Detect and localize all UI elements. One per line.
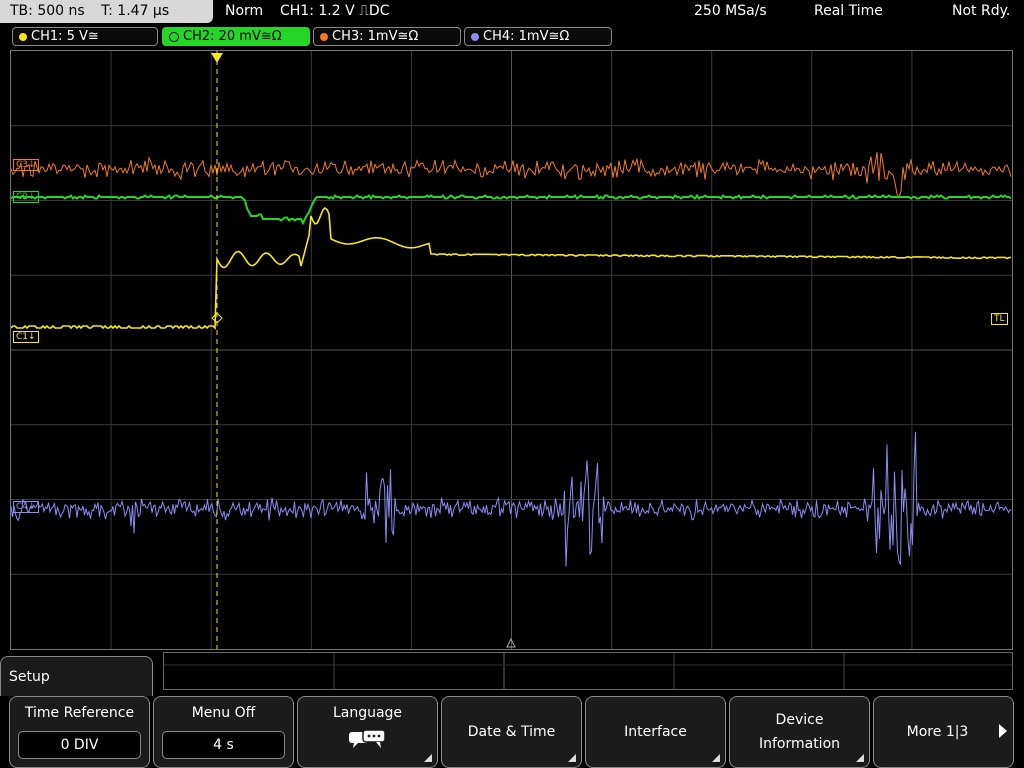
next-page-arrow-icon [999, 724, 1007, 738]
ch1-ground-marker[interactable]: C1↓ [13, 331, 39, 343]
trigger-time-value: T: 1.47 µs [101, 3, 170, 19]
submenu-corner-icon [856, 754, 864, 762]
interface-label: Interface [624, 724, 687, 740]
timebase-value: TB: 500 ns [10, 3, 85, 19]
date-time-softkey[interactable]: Date & Time [441, 696, 582, 768]
overview-graticule [164, 653, 1012, 689]
ch2-label: CH2: 20 mV≅Ω [183, 29, 282, 44]
ch4-ground-marker[interactable]: C4↓ [13, 501, 39, 513]
language-softkey[interactable]: Language [297, 696, 438, 768]
ch3-label: CH3: 1mV≅Ω [332, 29, 419, 44]
more-label: More 1|3 [906, 724, 969, 740]
menu-title: Setup [0, 656, 153, 696]
submenu-corner-icon [424, 754, 432, 762]
menu-off-label: Menu Off [191, 705, 256, 721]
ch4-label: CH4: 1mV≅Ω [483, 29, 570, 44]
ch1-label: CH1: 5 V≅ [31, 29, 99, 44]
waveform-display[interactable]: C3↓ C2↓ C1↓ C4↓ TL [10, 50, 1013, 650]
trigger-source[interactable]: CH1: 1.2 V ⎍DC [280, 0, 389, 23]
graticule [11, 51, 1012, 649]
zoom-overview-strip [163, 652, 1013, 690]
waveform-canvas [11, 51, 1012, 649]
ch1-dot-icon [19, 32, 27, 41]
trigger-mode[interactable]: Norm [225, 0, 263, 23]
trigger-level-marker[interactable]: TL [991, 313, 1008, 325]
ch2-dot-icon [169, 31, 179, 42]
timebase-display[interactable]: TB: 500 ns T: 1.47 µs [0, 0, 213, 23]
ch4-dot-icon [471, 32, 479, 41]
menu-off-value[interactable]: 4 s [162, 731, 285, 759]
channel-chip-ch1[interactable]: CH1: 5 V≅ [12, 27, 158, 46]
device-information-label-line2: Information [758, 736, 841, 752]
more-softkey[interactable]: More 1|3 [873, 696, 1014, 768]
device-information-softkey[interactable]: Device Information [729, 696, 870, 768]
time-reference-value[interactable]: 0 DIV [18, 731, 141, 759]
date-time-label: Date & Time [467, 724, 556, 740]
submenu-corner-icon [712, 754, 720, 762]
channel-chip-ch4[interactable]: CH4: 1mV≅Ω [464, 27, 612, 46]
ch3-ground-marker[interactable]: C3↓ [13, 159, 39, 171]
ch2-ground-marker[interactable]: C2↓ [13, 191, 39, 203]
acquisition-state: Not Rdy. [952, 3, 1011, 19]
ch3-dot-icon [320, 32, 328, 41]
submenu-corner-icon [568, 754, 576, 762]
time-reference-softkey[interactable]: Time Reference 0 DIV [9, 696, 150, 768]
time-reference-label: Time Reference [24, 705, 135, 721]
language-label: Language [332, 705, 403, 721]
trigger-position-marker-icon [211, 53, 223, 63]
menu-off-softkey[interactable]: Menu Off 4 s [153, 696, 294, 768]
channel-chip-ch2[interactable]: CH2: 20 mV≅Ω [162, 27, 310, 46]
acquisition-mode: Real Time [814, 3, 883, 19]
channel-chip-ch3[interactable]: CH3: 1mV≅Ω [313, 27, 461, 46]
speech-bubbles-icon [349, 729, 386, 748]
sample-rate: 250 MSa/s [694, 3, 767, 19]
device-information-label-line1: Device [775, 712, 824, 728]
interface-softkey[interactable]: Interface [585, 696, 726, 768]
